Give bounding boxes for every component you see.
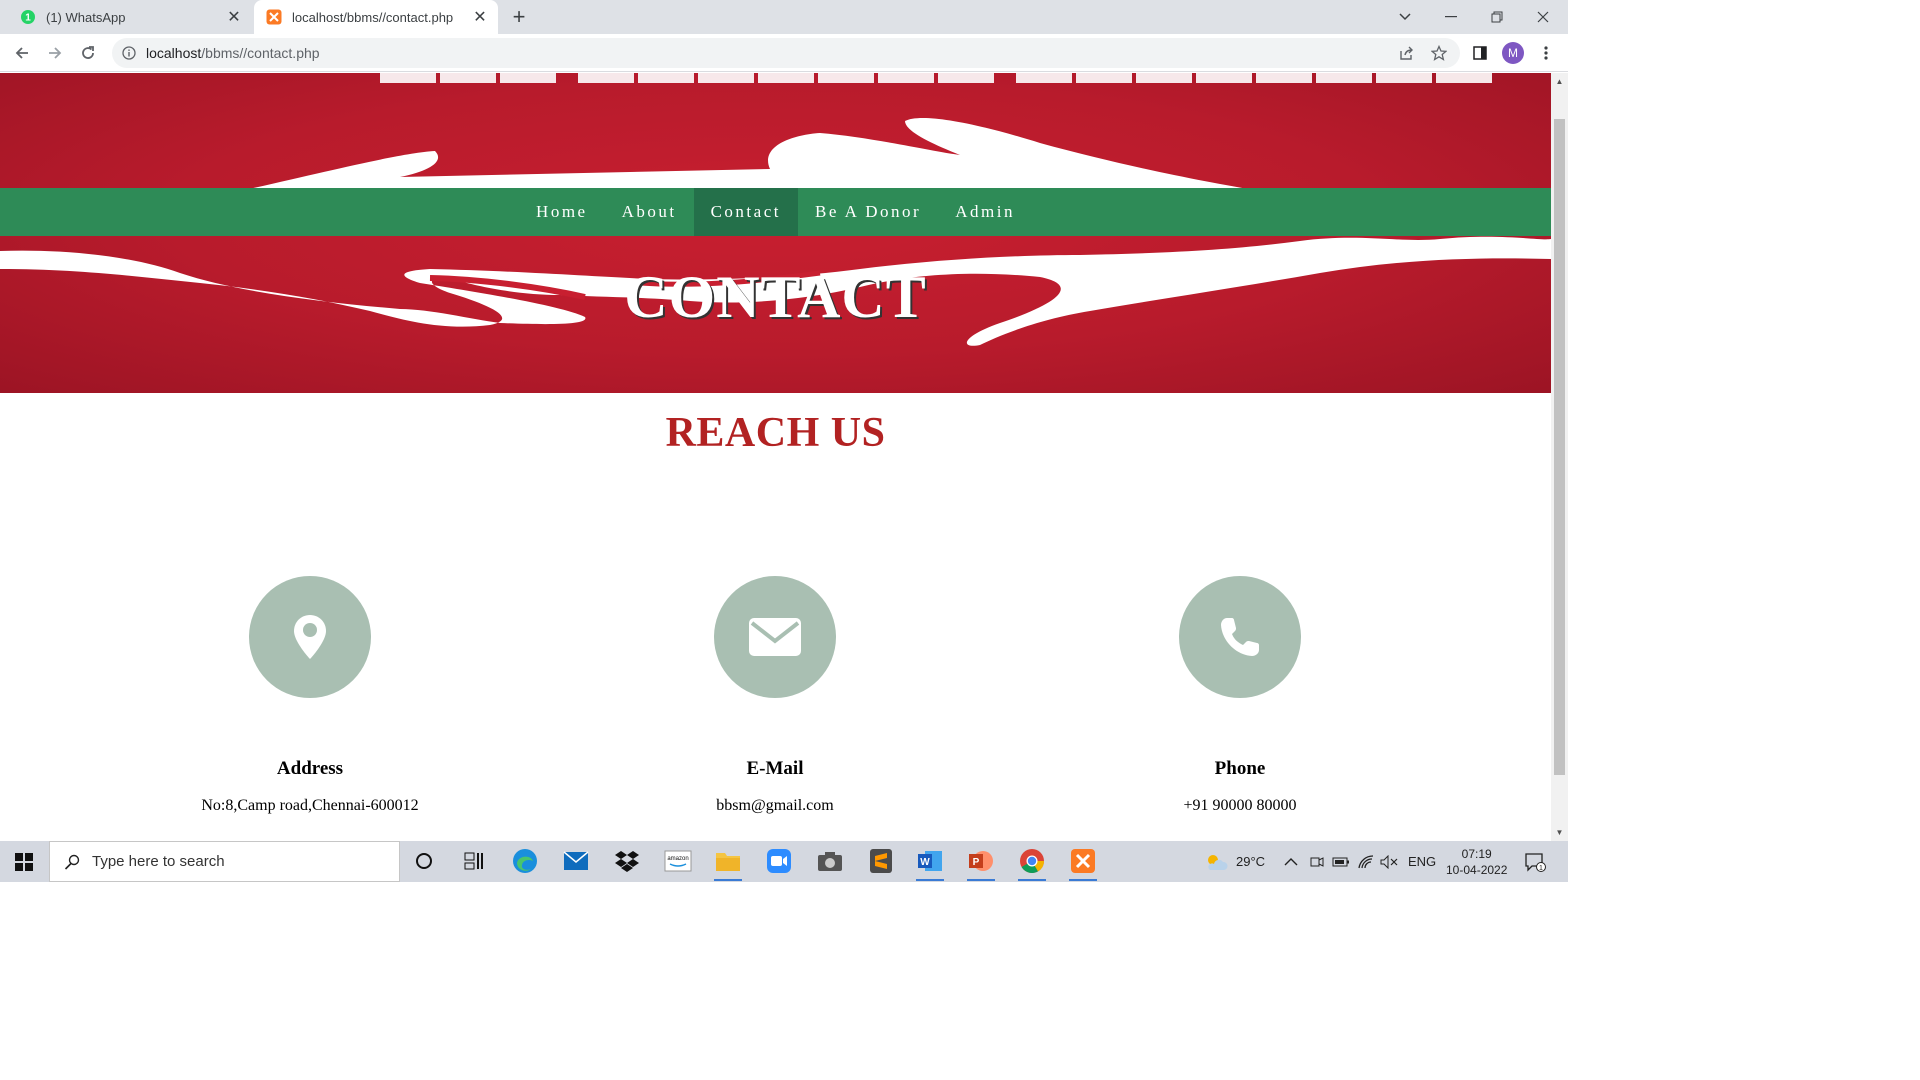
svg-text:1: 1 — [1539, 865, 1543, 872]
site-info-icon[interactable] — [122, 46, 136, 60]
address-card: Address No:8,Camp road,Chennai-600012 — [160, 576, 460, 815]
camera-icon[interactable] — [814, 845, 846, 877]
address-label: Address — [276, 758, 344, 779]
taskbar-search-input[interactable]: Type here to search — [49, 841, 400, 882]
tab-search-chevron-icon[interactable] — [1382, 0, 1428, 34]
windows-taskbar: Type here to search amazon W P 29°C ENG … — [0, 841, 1568, 882]
url-path: /bbms//contact.php — [201, 45, 320, 61]
tab-title: (1) WhatsApp — [46, 9, 126, 25]
sublime-text-icon[interactable] — [865, 845, 897, 877]
page-title: CONTACT — [624, 264, 927, 330]
address-value: No:8,Camp road,Chennai-600012 — [201, 797, 419, 814]
file-explorer-icon[interactable] — [712, 845, 744, 881]
nav-contact[interactable]: Contact — [693, 188, 798, 236]
page-scrollbar[interactable]: ▲ ▼ — [1551, 73, 1568, 841]
address-bar[interactable]: localhost/bbms//contact.php — [112, 38, 1460, 68]
tab-title: localhost/bbms//contact.php — [292, 9, 454, 25]
phone-icon-circle — [1179, 576, 1301, 698]
wifi-icon[interactable] — [1358, 841, 1374, 882]
menu-kebab-icon[interactable] — [1533, 40, 1559, 66]
whatsapp-icon: 1 — [20, 9, 36, 25]
browser-tabstrip: 1 (1) WhatsApp ✕ localhost/bbms//contact… — [0, 0, 1568, 34]
tab-whatsapp[interactable]: 1 (1) WhatsApp ✕ — [8, 0, 252, 34]
phone-label: Phone — [1214, 758, 1266, 779]
search-placeholder: Type here to search — [92, 853, 225, 870]
edge-icon[interactable] — [509, 845, 541, 877]
nav-be-a-donor[interactable]: Be A Donor — [798, 188, 938, 236]
minimize-button[interactable] — [1428, 0, 1474, 34]
scroll-down-arrow-icon[interactable]: ▼ — [1555, 828, 1564, 837]
main-navigation: Home About Contact Be A Donor Admin — [0, 188, 1551, 236]
search-icon — [64, 854, 80, 870]
battery-icon[interactable] — [1332, 841, 1350, 882]
forward-arrow-icon[interactable] — [41, 40, 69, 66]
xampp-taskbar-icon[interactable] — [1067, 845, 1099, 881]
clock-date: 10-04-2022 — [1446, 862, 1508, 877]
address-icon-circle — [249, 576, 371, 698]
windows-start-icon[interactable] — [0, 841, 48, 882]
amazon-icon[interactable]: amazon — [662, 845, 694, 877]
nav-admin[interactable]: Admin — [938, 188, 1032, 236]
word-icon[interactable]: W — [914, 845, 946, 881]
nav-home[interactable]: Home — [519, 188, 605, 236]
back-arrow-icon[interactable] — [8, 40, 36, 66]
phone-card: Phone +91 90000 80000 — [1090, 576, 1390, 815]
email-value[interactable]: bbsm@gmail.com — [625, 797, 925, 815]
url-host: localhost — [146, 45, 202, 61]
email-card: E-Mail bbsm@gmail.com — [625, 576, 925, 815]
nav-about[interactable]: About — [605, 188, 694, 236]
browser-toolbar: localhost/bbms//contact.php — [0, 34, 1568, 72]
svg-text:W: W — [920, 857, 930, 868]
bookmark-star-icon[interactable] — [1426, 40, 1452, 66]
volume-muted-icon[interactable] — [1380, 841, 1398, 882]
clock-time: 07:19 — [1461, 846, 1492, 861]
dropbox-icon[interactable] — [611, 845, 643, 877]
envelope-icon — [749, 618, 801, 656]
email-icon-circle — [714, 576, 836, 698]
scroll-up-arrow-icon[interactable]: ▲ — [1555, 77, 1564, 86]
task-view-icon[interactable] — [458, 845, 490, 877]
new-tab-button[interactable]: + — [506, 4, 532, 29]
close-window-button[interactable] — [1520, 0, 1566, 34]
phone-value[interactable]: +91 90000 80000 — [1090, 797, 1390, 815]
hero-banner: ▬▬▬ ▬▬▬▬▬▬▬ ▬▬▬▬▬▬▬▬ Home About Contact … — [0, 73, 1551, 393]
svg-text:amazon: amazon — [667, 856, 688, 862]
xampp-icon — [266, 9, 282, 25]
powerpoint-icon[interactable]: P — [965, 845, 997, 881]
tab-contact[interactable]: localhost/bbms//contact.php ✕ — [254, 0, 498, 34]
page-viewport: ▬▬▬ ▬▬▬▬▬▬▬ ▬▬▬▬▬▬▬▬ Home About Contact … — [0, 73, 1551, 841]
profile-avatar[interactable]: M — [1502, 42, 1524, 64]
mail-icon[interactable] — [560, 845, 592, 877]
language-indicator[interactable]: ENG — [1408, 841, 1436, 882]
meet-now-icon[interactable] — [1310, 841, 1324, 882]
svg-text:P: P — [973, 857, 980, 868]
close-tab-icon[interactable]: ✕ — [224, 7, 244, 27]
reload-icon[interactable] — [74, 40, 102, 66]
email-label: E-Mail — [746, 758, 804, 779]
notifications-icon[interactable]: 1 — [1524, 841, 1546, 882]
phone-icon — [1221, 618, 1259, 656]
show-hidden-icons-chevron-icon[interactable] — [1284, 841, 1298, 882]
map-pin-icon — [294, 615, 326, 659]
chrome-icon[interactable] — [1016, 845, 1048, 881]
section-heading: REACH US — [665, 410, 886, 456]
weather-widget[interactable]: 29°C — [1204, 841, 1265, 882]
side-panel-icon[interactable] — [1467, 40, 1493, 66]
scroll-thumb[interactable] — [1554, 119, 1565, 775]
weather-temp: 29°C — [1236, 854, 1266, 869]
cortana-icon[interactable] — [408, 845, 440, 877]
url-text: localhost/bbms//contact.php — [146, 45, 320, 61]
clock[interactable]: 07:19 10-04-2022 — [1446, 841, 1507, 882]
zoom-icon[interactable] — [763, 845, 795, 877]
svg-text:1: 1 — [25, 13, 31, 24]
partly-cloudy-icon — [1208, 854, 1228, 870]
close-tab-icon[interactable]: ✕ — [470, 7, 490, 27]
hero-partial-tagline: ▬▬▬ ▬▬▬▬▬▬▬ ▬▬▬▬▬▬▬▬ — [380, 73, 1496, 97]
share-icon[interactable] — [1394, 40, 1420, 66]
restore-button[interactable] — [1474, 0, 1520, 34]
